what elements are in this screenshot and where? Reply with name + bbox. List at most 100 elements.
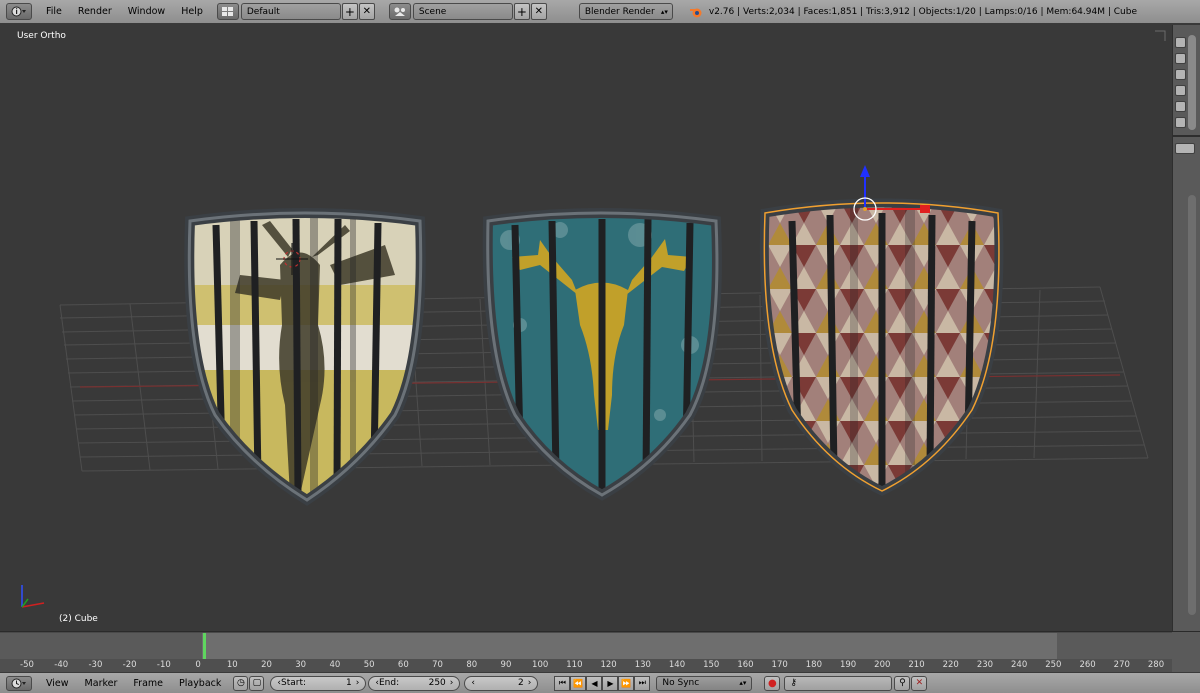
outliner-scrollbar[interactable] bbox=[1188, 35, 1196, 130]
timeline-tick-label: 80 bbox=[466, 660, 478, 670]
scene-browse-button[interactable] bbox=[388, 3, 411, 20]
layer-toggle-icon[interactable] bbox=[1175, 53, 1186, 64]
layer-toggle-icon[interactable] bbox=[1175, 117, 1186, 128]
keyframe-insert-icon: ⚲ bbox=[899, 678, 906, 688]
timeline-tick-label: -20 bbox=[122, 660, 137, 670]
menu-help[interactable]: Help bbox=[173, 0, 211, 24]
timeline-tick-label: 170 bbox=[771, 660, 788, 670]
menu-marker[interactable]: Marker bbox=[77, 678, 126, 689]
timeline-tick-label: 190 bbox=[839, 660, 857, 670]
properties-editor-icon[interactable] bbox=[1175, 143, 1195, 154]
layer-toggle-icon[interactable] bbox=[1175, 85, 1186, 96]
timeline-tick-label: 70 bbox=[432, 660, 443, 670]
next-keyframe-button[interactable]: ⏩ bbox=[618, 675, 635, 691]
jump-start-icon: ⏮ bbox=[558, 678, 566, 687]
menu-render[interactable]: Render bbox=[70, 0, 120, 24]
prev-keyframe-icon: ⏪ bbox=[573, 678, 584, 688]
scene-name-field[interactable]: Scene bbox=[412, 3, 513, 20]
lock-range-button[interactable]: ▢ bbox=[249, 675, 265, 691]
menu-file[interactable]: File bbox=[38, 0, 70, 24]
insert-keyframe-button[interactable]: ⚲ bbox=[894, 675, 911, 691]
play-button[interactable]: ▶ bbox=[602, 675, 619, 691]
keying-set-field[interactable]: ⚷ bbox=[784, 675, 893, 691]
timeline-side-strip bbox=[1172, 632, 1200, 673]
timeline-tick-label: 120 bbox=[600, 660, 617, 670]
layout-name: Default bbox=[246, 6, 280, 17]
scene-name: Scene bbox=[418, 6, 447, 17]
end-frame-label: End: bbox=[379, 678, 400, 688]
timeline-tick-label: 60 bbox=[397, 660, 409, 670]
timeline-tick-label: 220 bbox=[942, 660, 959, 670]
add-scene-button[interactable]: + bbox=[513, 3, 530, 20]
timeline-tick-label: 180 bbox=[805, 660, 822, 670]
preview-range-button[interactable]: ◷ bbox=[233, 675, 249, 691]
preview-range-icon: ◷ bbox=[236, 678, 245, 688]
timeline-tick-label: 90 bbox=[500, 660, 512, 670]
3d-viewport[interactable]: User Ortho (2) Cube bbox=[0, 25, 1172, 631]
timeline-tick-label: 280 bbox=[1147, 660, 1165, 670]
start-frame-value: 1 bbox=[346, 678, 352, 688]
timeline-tick-label: 160 bbox=[737, 660, 754, 670]
plus-icon: + bbox=[516, 4, 527, 19]
play-reverse-button[interactable]: ◀ bbox=[586, 675, 603, 691]
timeline-tick-label: -50 bbox=[20, 660, 34, 670]
timeline-track[interactable] bbox=[0, 633, 1172, 659]
panel-divider bbox=[1173, 135, 1200, 137]
x-arrow-icon[interactable] bbox=[920, 205, 930, 213]
active-object-label: (2) Cube bbox=[59, 614, 98, 624]
area-split-widget[interactable] bbox=[1155, 30, 1166, 41]
layer-toggle-icon[interactable] bbox=[1175, 101, 1186, 112]
jump-start-button[interactable]: ⏮ bbox=[554, 675, 571, 691]
current-frame-marker[interactable] bbox=[203, 633, 206, 659]
properties-scrollbar[interactable] bbox=[1188, 195, 1196, 615]
timeline-tick-label: 210 bbox=[908, 660, 925, 670]
prev-keyframe-button[interactable]: ⏪ bbox=[570, 675, 587, 691]
updown-arrow-icon: ▴▾ bbox=[660, 7, 668, 16]
plus-icon: + bbox=[344, 4, 355, 19]
editor-type-info-button[interactable] bbox=[6, 3, 32, 20]
jump-end-icon: ⏭ bbox=[638, 678, 646, 687]
sync-mode-value: No Sync bbox=[662, 678, 700, 688]
left-arrow-icon: ‹ bbox=[471, 678, 475, 688]
menu-playback[interactable]: Playback bbox=[171, 678, 229, 689]
render-engine-value: Blender Render bbox=[584, 6, 655, 17]
end-frame-field[interactable]: ‹ End: 250 › bbox=[368, 675, 461, 691]
right-arrow-icon: › bbox=[355, 678, 360, 688]
z-arrow-icon[interactable] bbox=[860, 165, 870, 177]
updown-arrow-icon: ▴▾ bbox=[739, 679, 747, 687]
add-layout-button[interactable]: + bbox=[341, 3, 358, 20]
menu-window[interactable]: Window bbox=[120, 0, 173, 24]
close-icon: ✕ bbox=[362, 5, 372, 17]
timeline-editor[interactable]: -50 -40 -30 -20 -10 0 10 20 30 40 50 60 70 80 90 100 110… bbox=[0, 631, 1200, 673]
timeline-tick-label: 130 bbox=[634, 660, 651, 670]
layer-toggle-icon[interactable] bbox=[1175, 69, 1186, 80]
shield-skull-teal[interactable] bbox=[480, 205, 730, 505]
timeline-tick-label: 270 bbox=[1113, 660, 1130, 670]
timeline-tick-label: 0 bbox=[195, 660, 201, 670]
delete-scene-button[interactable]: ✕ bbox=[530, 3, 547, 20]
close-icon: ✕ bbox=[534, 5, 544, 17]
render-engine-select[interactable]: Blender Render ▴▾ bbox=[578, 3, 673, 20]
delete-layout-button[interactable]: ✕ bbox=[358, 3, 375, 20]
start-frame-field[interactable]: ‹ Start: 1 › bbox=[270, 675, 367, 691]
timeline-tick-label: 100 bbox=[532, 660, 549, 670]
layout-browse-button[interactable] bbox=[216, 3, 239, 20]
menu-frame[interactable]: Frame bbox=[125, 678, 171, 689]
info-icon bbox=[11, 6, 26, 17]
timeline-tick-label: -40 bbox=[54, 660, 69, 670]
right-arrow-icon: › bbox=[449, 678, 454, 688]
layer-toggle-icon[interactable] bbox=[1175, 37, 1186, 48]
play-icon: ▶ bbox=[607, 678, 614, 688]
axis-orientation-icon bbox=[21, 585, 45, 608]
sync-mode-select[interactable]: No Sync ▴▾ bbox=[656, 675, 753, 691]
jump-end-button[interactable]: ⏭ bbox=[634, 675, 651, 691]
auto-keyframe-button[interactable]: ● bbox=[764, 675, 781, 691]
layout-name-field[interactable]: Default bbox=[240, 3, 341, 20]
current-frame-field[interactable]: ‹ 2 › bbox=[464, 675, 539, 691]
editor-type-timeline-button[interactable] bbox=[6, 675, 32, 691]
timeline-ruler[interactable]: -50 -40 -30 -20 -10 0 10 20 30 40 50 60 70 80 90 100 110… bbox=[0, 659, 1172, 672]
delete-keyframe-button[interactable]: ✕ bbox=[911, 675, 928, 691]
menu-view[interactable]: View bbox=[38, 678, 77, 689]
shield-triangles-selected[interactable] bbox=[755, 185, 1015, 505]
key-icon: ⚷ bbox=[790, 678, 797, 688]
